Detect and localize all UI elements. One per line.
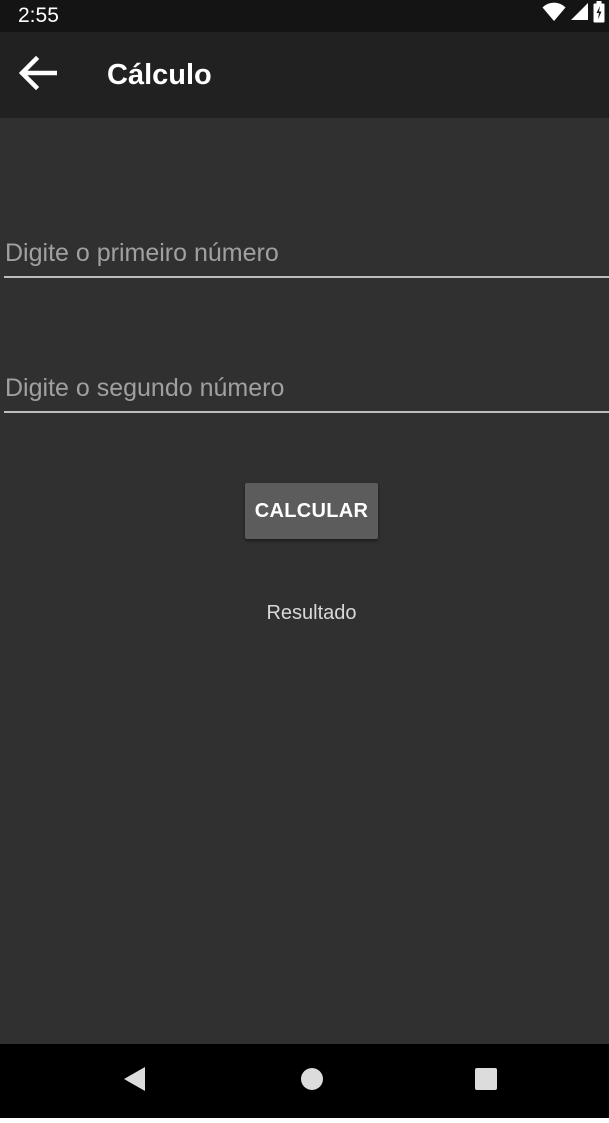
calculate-button[interactable]: CALCULAR bbox=[245, 483, 378, 539]
screen: 2:55 Cálculo Digite o primeiro número Di… bbox=[0, 0, 609, 1118]
status-bar: 2:55 bbox=[0, 0, 609, 32]
battery-icon bbox=[593, 0, 605, 28]
arrow-left-icon bbox=[18, 55, 58, 95]
first-number-input[interactable] bbox=[4, 230, 609, 278]
wifi-icon bbox=[542, 2, 566, 27]
second-number-input[interactable] bbox=[4, 365, 609, 413]
status-time: 2:55 bbox=[18, 4, 59, 27]
nav-recents-button[interactable] bbox=[441, 1044, 531, 1118]
nav-back-icon bbox=[123, 1066, 147, 1097]
navigation-bar bbox=[0, 1044, 609, 1118]
app-bar: Cálculo bbox=[0, 32, 609, 118]
result-text: Resultado bbox=[266, 602, 357, 624]
nav-recents-icon bbox=[474, 1067, 498, 1096]
nav-back-button[interactable] bbox=[90, 1044, 180, 1118]
nav-home-icon bbox=[300, 1067, 324, 1096]
cell-signal-icon bbox=[570, 2, 589, 26]
back-button[interactable] bbox=[10, 52, 66, 98]
status-icons bbox=[542, 0, 605, 28]
page-title: Cálculo bbox=[107, 59, 212, 91]
nav-home-button[interactable] bbox=[267, 1044, 357, 1118]
